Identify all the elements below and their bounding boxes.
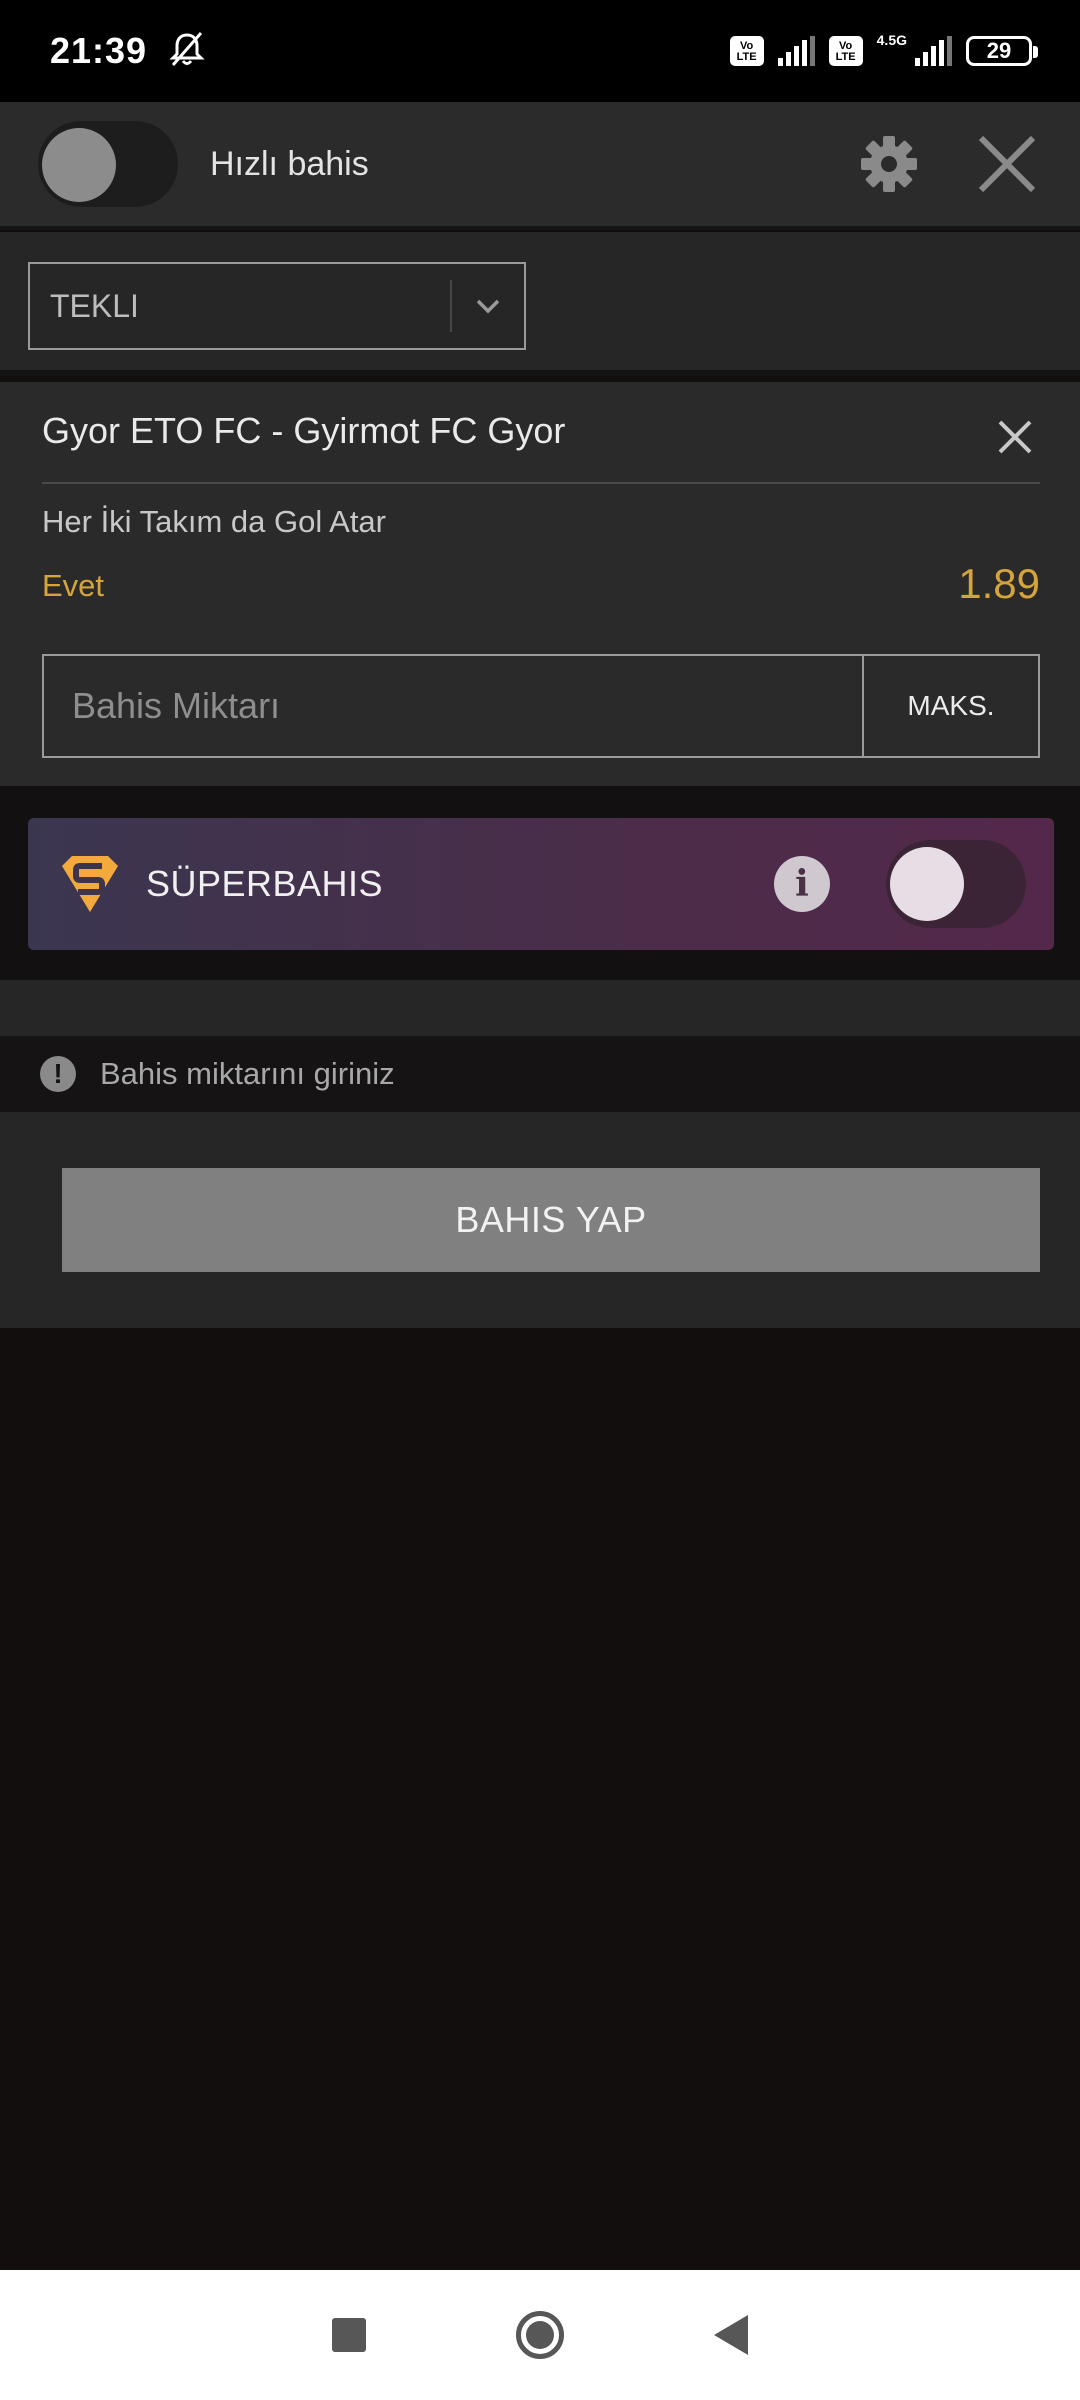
stake-row: MAKS. bbox=[42, 654, 1040, 758]
odds-value: 1.89 bbox=[958, 560, 1040, 607]
home-icon[interactable] bbox=[516, 2311, 564, 2359]
gear-icon bbox=[861, 136, 917, 192]
super-bet-label: SÜPERBAHIS bbox=[146, 863, 384, 904]
quick-bet-label: Hızlı bahis bbox=[210, 144, 369, 183]
bet-type-row: TEKLI bbox=[0, 232, 1080, 376]
close-icon bbox=[978, 135, 1036, 193]
super-bet-section: SÜPERBAHIS i bbox=[0, 786, 1080, 980]
status-bar: 21:39 Vo LTE Vo LTE 4.5G 29 bbox=[0, 0, 1080, 102]
selection-name: Evet bbox=[42, 568, 105, 603]
section-spacer bbox=[0, 980, 1080, 1036]
close-icon bbox=[998, 420, 1032, 454]
volte-icon: Vo LTE bbox=[729, 36, 764, 66]
battery-icon: 29 bbox=[966, 36, 1038, 66]
system-nav-bar bbox=[0, 2270, 1080, 2400]
bet-card: Gyor ETO FC - Gyirmot FC Gyor Her İki Ta… bbox=[0, 382, 1080, 786]
close-betslip-button[interactable] bbox=[972, 129, 1042, 199]
signal-icon bbox=[777, 36, 815, 66]
status-time: 21:39 bbox=[50, 30, 148, 71]
match-title: Gyor ETO FC - Gyirmot FC Gyor bbox=[42, 410, 566, 451]
max-stake-button[interactable]: MAKS. bbox=[862, 656, 1038, 756]
toggle-knob bbox=[42, 128, 116, 202]
info-icon[interactable]: i bbox=[774, 856, 830, 912]
signal-icon-2 bbox=[915, 36, 952, 66]
stake-input[interactable] bbox=[44, 656, 862, 756]
bet-type-select[interactable]: TEKLI bbox=[28, 262, 526, 350]
market-name: Her İki Takım da Gol Atar bbox=[42, 504, 386, 539]
alert-icon: ! bbox=[40, 1056, 76, 1092]
quick-bet-toggle[interactable] bbox=[38, 121, 178, 207]
card-divider bbox=[42, 482, 1040, 484]
super-bet-bar: SÜPERBAHIS i bbox=[28, 818, 1054, 950]
super-bet-toggle[interactable] bbox=[886, 840, 1026, 928]
remove-bet-button[interactable] bbox=[990, 412, 1040, 462]
warning-row: ! Bahis miktarını giriniz bbox=[0, 1036, 1080, 1112]
toggle-knob bbox=[890, 847, 964, 921]
chevron-down-icon bbox=[452, 262, 524, 350]
network-type: 4.5G bbox=[876, 32, 907, 48]
recent-apps-icon[interactable] bbox=[332, 2318, 366, 2352]
place-bet-section: BAHIS YAP bbox=[0, 1112, 1080, 1328]
settings-button[interactable] bbox=[854, 129, 924, 199]
bet-type-value: TEKLI bbox=[50, 287, 139, 324]
warning-text: Bahis miktarını giriniz bbox=[100, 1056, 395, 1091]
back-icon[interactable] bbox=[714, 2315, 748, 2355]
notifications-muted-icon bbox=[167, 29, 207, 74]
super-bet-logo-icon bbox=[56, 852, 124, 916]
betslip-header: Hızlı bahis bbox=[0, 102, 1080, 230]
volte-icon-2: Vo LTE bbox=[828, 36, 863, 66]
place-bet-button[interactable]: BAHIS YAP bbox=[62, 1168, 1040, 1272]
